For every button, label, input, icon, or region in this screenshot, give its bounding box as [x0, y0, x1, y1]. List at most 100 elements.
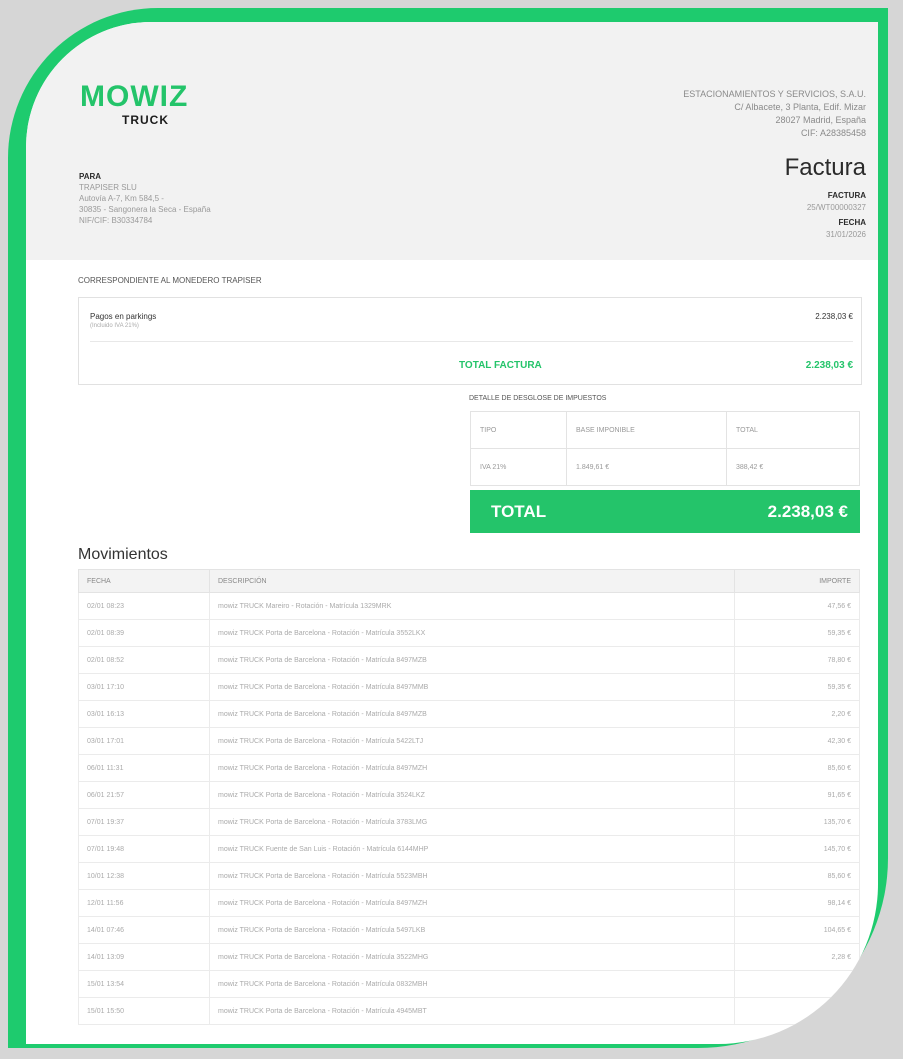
movements-title: Movimientos — [78, 546, 168, 563]
invoice-date-label: FECHA — [838, 218, 866, 227]
summary-line-note: (Incluido IVA 21%) — [90, 323, 139, 329]
recipient-line: 30835 - Sangonera la Seca - España — [79, 205, 211, 214]
table-row: 03/01 16:13 mowiz TRUCK Porta de Barcelon… — [78, 700, 860, 728]
tax-base: 1.849,61 € — [566, 448, 727, 486]
table-row: 06/01 11:31 mowiz TRUCK Porta de Barcelon… — [78, 754, 860, 782]
company-line: ESTACIONAMIENTOS Y SERVICIOS, S.A.U. — [683, 89, 866, 99]
grand-total-bar: TOTAL 2.238,03 € — [470, 490, 860, 533]
movement-date: 03/01 16:13 — [78, 700, 210, 728]
movement-date: 15/01 15:50 — [78, 997, 210, 1025]
movement-description: mowiz TRUCK Porta de Barcelona - Rotació… — [209, 619, 735, 647]
movement-amount: 59,35 € — [734, 673, 860, 701]
company-info: ESTACIONAMIENTOS Y SERVICIOS, S.A.U. C/ … — [683, 88, 866, 140]
tax-header-total: TOTAL — [726, 411, 860, 449]
movement-description: mowiz TRUCK Porta de Barcelona - Rotació… — [209, 781, 735, 809]
tax-total: 388,42 € — [726, 448, 860, 486]
movement-date: 02/01 08:39 — [78, 619, 210, 647]
table-row: 10/01 12:38 mowiz TRUCK Porta de Barcelon… — [78, 862, 860, 890]
movement-date: 02/01 08:23 — [78, 592, 210, 620]
table-row: 14/01 07:46 mowiz TRUCK Porta de Barcelon… — [78, 916, 860, 944]
movement-description: mowiz TRUCK Porta de Barcelona - Rotació… — [209, 700, 735, 728]
logo-main: MOWIZ — [80, 80, 189, 113]
movement-date: 14/01 13:09 — [78, 943, 210, 971]
tax-header-row: TIPO BASE IMPONIBLE TOTAL — [470, 411, 860, 449]
movement-date: 07/01 19:48 — [78, 835, 210, 863]
movement-date: 14/01 07:46 — [78, 916, 210, 944]
movement-amount — [734, 997, 860, 1025]
movement-date: 06/01 11:31 — [78, 754, 210, 782]
movement-date: 06/01 21:57 — [78, 781, 210, 809]
grand-total-amount: 2.238,03 € — [767, 502, 848, 521]
recipient-line: TRAPISER SLU — [79, 183, 137, 192]
movement-description: mowiz TRUCK Porta de Barcelona - Rotació… — [209, 646, 735, 674]
summary-line-name: Pagos en parkings — [90, 312, 157, 321]
movement-amount: 85,60 € — [734, 862, 860, 890]
movement-amount: 59,35 € — [734, 619, 860, 647]
movements-header-date: FECHA — [78, 569, 210, 593]
logo: MOWIZ TRUCK — [80, 82, 188, 128]
movement-description: mowiz TRUCK Porta de Barcelona - Rotació… — [209, 673, 735, 701]
movement-amount: 85,60 € — [734, 754, 860, 782]
company-line: CIF: A28385458 — [800, 128, 866, 138]
movement-amount: 2,28 € — [734, 943, 860, 971]
movement-description: mowiz TRUCK Porta de Barcelona - Rotació… — [209, 997, 735, 1025]
summary-divider — [90, 341, 853, 342]
recipient-label: PARA — [79, 172, 102, 181]
movement-amount: 47,56 € — [734, 592, 860, 620]
recipient-line: NIF/CIF: B30334784 — [79, 216, 153, 225]
table-row: 02/01 08:39 mowiz TRUCK Porta de Barcelon… — [78, 619, 860, 647]
table-row: 07/01 19:37 mowiz TRUCK Porta de Barcelon… — [78, 808, 860, 836]
movement-date: 03/01 17:01 — [78, 727, 210, 755]
table-row: 15/01 15:50 mowiz TRUCK Porta de Barcelon… — [78, 997, 860, 1025]
table-row: 03/01 17:01 mowiz TRUCK Porta de Barcelon… — [78, 727, 860, 755]
summary-section-title: CORRESPONDIENTE AL MONEDERO TRAPISER — [78, 276, 262, 285]
invoice-total-amount: 2.238,03 € — [805, 360, 853, 371]
invoice-number-label: FACTURA — [827, 191, 866, 200]
movement-amount: 91,65 € — [734, 781, 860, 809]
tax-type: IVA 21% — [470, 448, 567, 486]
movement-amount: 104,65 € — [734, 916, 860, 944]
movement-date: 02/01 08:52 — [78, 646, 210, 674]
movement-description: mowiz TRUCK Porta de Barcelona - Rotació… — [209, 943, 735, 971]
recipient-block: PARA TRAPISER SLU Autovía A-7, Km 584,5 … — [79, 171, 211, 226]
tax-table: TIPO BASE IMPONIBLE TOTAL IVA 21% 1.849,… — [470, 411, 860, 486]
invoice-page: MOWIZ TRUCK ESTACIONAMIENTOS Y SERVICIOS… — [26, 22, 878, 1044]
tax-row: IVA 21% 1.849,61 € 388,42 € — [470, 448, 860, 486]
company-line: C/ Albacete, 3 Planta, Edif. Mizar — [734, 102, 866, 112]
table-row: 07/01 19:48 mowiz TRUCK Fuente de San Lui… — [78, 835, 860, 863]
movement-description: mowiz TRUCK Porta de Barcelona - Rotació… — [209, 754, 735, 782]
movement-description: mowiz TRUCK Porta de Barcelona - Rotació… — [209, 808, 735, 836]
movements-header-description: DESCRIPCIÓN — [209, 569, 735, 593]
movement-date: 10/01 12:38 — [78, 862, 210, 890]
summary-line-amount: 2.238,03 € — [815, 312, 853, 321]
table-row: 02/01 08:23 mowiz TRUCK Mareiro - Rotació… — [78, 592, 860, 620]
movement-description: mowiz TRUCK Porta de Barcelona - Rotació… — [209, 889, 735, 917]
movement-description: mowiz TRUCK Porta de Barcelona - Rotació… — [209, 916, 735, 944]
company-line: 28027 Madrid, España — [775, 115, 866, 125]
movement-amount: 98,14 € — [734, 889, 860, 917]
movements-header-row: FECHA DESCRIPCIÓN IMPORTE — [78, 569, 860, 593]
movements-table: FECHA DESCRIPCIÓN IMPORTE 02/01 08:23 mow… — [78, 569, 860, 1025]
movement-description: mowiz TRUCK Fuente de San Luis - Rotació… — [209, 835, 735, 863]
movement-amount: 135,70 € — [734, 808, 860, 836]
movement-amount: 1, — [734, 970, 860, 998]
table-row: 03/01 17:10 mowiz TRUCK Porta de Barcelon… — [78, 673, 860, 701]
table-row: 14/01 13:09 mowiz TRUCK Porta de Barcelon… — [78, 943, 860, 971]
movement-description: mowiz TRUCK Porta de Barcelona - Rotació… — [209, 862, 735, 890]
invoice-total-label: TOTAL FACTURA — [459, 360, 542, 371]
movement-amount: 145,70 € — [734, 835, 860, 863]
recipient-line: Autovía A-7, Km 584,5 - — [79, 194, 164, 203]
invoice-meta: FACTURA 25/WT00000327 FECHA 31/01/2026 — [807, 190, 866, 241]
tax-breakdown-title: DETALLE DE DESGLOSE DE IMPUESTOS — [469, 395, 607, 402]
movement-description: mowiz TRUCK Porta de Barcelona - Rotació… — [209, 727, 735, 755]
tax-header-base: BASE IMPONIBLE — [566, 411, 727, 449]
movement-description: mowiz TRUCK Mareiro - Rotación - Matrícu… — [209, 592, 735, 620]
invoice-date: 31/01/2026 — [825, 230, 866, 239]
tax-header-type: TIPO — [470, 411, 567, 449]
movement-date: 07/01 19:37 — [78, 808, 210, 836]
movement-amount: 42,30 € — [734, 727, 860, 755]
movement-amount: 2,20 € — [734, 700, 860, 728]
table-row: 06/01 21:57 mowiz TRUCK Porta de Barcelon… — [78, 781, 860, 809]
movement-description: mowiz TRUCK Porta de Barcelona - Rotació… — [209, 970, 735, 998]
logo-sub: TRUCK — [122, 113, 169, 127]
